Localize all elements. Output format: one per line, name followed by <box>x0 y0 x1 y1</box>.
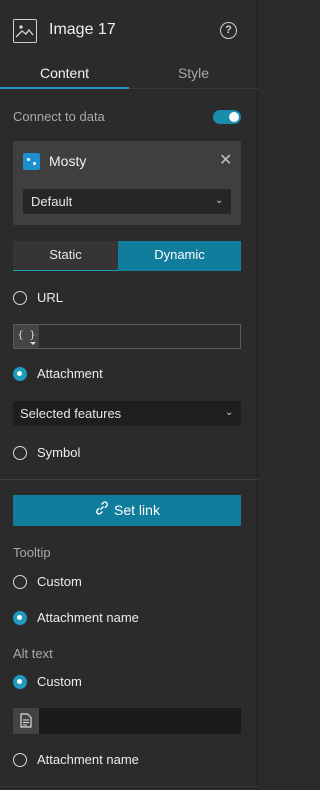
connect-to-data-label: Connect to data <box>13 109 105 124</box>
expression-builder-icon[interactable]: { } <box>14 325 39 348</box>
link-icon <box>94 496 110 527</box>
source-mode-toggle: Static Dynamic <box>13 241 241 271</box>
url-radio[interactable] <box>13 291 27 305</box>
symbol-radio[interactable] <box>13 446 27 460</box>
data-view-value: Default <box>31 194 73 209</box>
alt-custom-label: Custom <box>37 674 82 689</box>
url-expression-input[interactable]: { } <box>13 324 241 349</box>
datasource-card: Mosty ✕ Default ⌄ <box>13 141 241 225</box>
document-icon[interactable] <box>13 708 39 734</box>
tooltip-label: Tooltip <box>13 545 51 560</box>
image-settings-panel: Image 17 ? Content Style Connect to data… <box>0 0 258 790</box>
tooltip-custom-label: Custom <box>37 574 82 589</box>
widget-title: Image 17 <box>49 21 116 38</box>
attachment-select-value: Selected features <box>20 406 122 421</box>
alt-attachment-name-radio[interactable] <box>13 753 27 767</box>
set-link-label: Set link <box>114 502 160 518</box>
chevron-down-icon: ⌄ <box>225 407 234 418</box>
tooltip-attachment-name-label: Attachment name <box>37 610 139 625</box>
alt-text-label: Alt text <box>13 646 53 661</box>
attachment-select[interactable]: Selected features ⌄ <box>13 401 241 426</box>
divider <box>0 479 258 480</box>
alt-attachment-name-label: Attachment name <box>37 752 139 767</box>
tab-bar: Content Style <box>0 60 258 89</box>
tab-content[interactable]: Content <box>0 60 129 89</box>
data-view-select[interactable]: Default ⌄ <box>23 189 231 214</box>
dynamic-option[interactable]: Dynamic <box>118 241 241 271</box>
connect-to-data-toggle[interactable] <box>213 110 241 124</box>
tooltip-custom-radio[interactable] <box>13 575 27 589</box>
panel-header: Image 17 ? <box>0 0 258 60</box>
datasource-name: Mosty <box>49 153 87 169</box>
tab-style[interactable]: Style <box>129 60 258 89</box>
tooltip-attachment-name-radio[interactable] <box>13 611 27 625</box>
alt-text-expression-input[interactable] <box>13 708 241 734</box>
chevron-down-icon: ⌄ <box>215 195 224 206</box>
close-icon[interactable]: ✕ <box>219 153 232 169</box>
attachment-label: Attachment <box>37 366 103 381</box>
layer-icon <box>23 153 40 170</box>
image-icon <box>13 19 37 43</box>
attachment-radio[interactable] <box>13 367 27 381</box>
url-label: URL <box>37 290 64 305</box>
alt-custom-radio[interactable] <box>13 675 27 689</box>
help-icon[interactable]: ? <box>220 22 237 39</box>
divider <box>0 786 258 787</box>
static-option[interactable]: Static <box>13 241 118 271</box>
set-link-button[interactable]: Set link <box>13 495 241 526</box>
symbol-label: Symbol <box>37 445 81 460</box>
toggle-knob <box>229 112 239 122</box>
